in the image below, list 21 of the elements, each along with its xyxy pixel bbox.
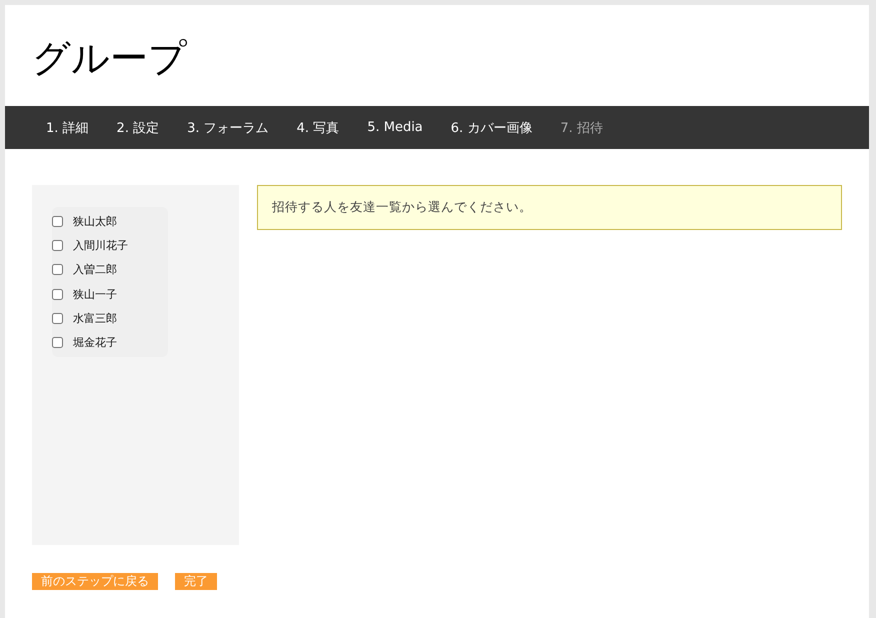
- friend-checkbox[interactable]: [52, 312, 63, 324]
- step-tab[interactable]: 4. 写真: [282, 118, 354, 136]
- info-message: 招待する人を友達一覧から選んでください。: [257, 185, 842, 230]
- step-tab[interactable]: 1. 詳細: [32, 118, 103, 136]
- friend-name: 入間川花子: [73, 238, 128, 253]
- friend-name: 狭山太郎: [73, 214, 117, 229]
- step-tab[interactable]: 5. Media: [353, 120, 437, 135]
- page-title: グループ: [31, 35, 188, 82]
- step-tab[interactable]: 3. フォーラム: [173, 118, 283, 136]
- friend-checkbox[interactable]: [52, 288, 63, 300]
- friend-checkbox[interactable]: [52, 264, 63, 276]
- friend-checkbox[interactable]: [52, 240, 63, 251]
- friend-checkbox[interactable]: [52, 337, 63, 348]
- friend-name: 狭山一子: [73, 286, 117, 302]
- step-tab[interactable]: 2. 設定: [102, 118, 174, 136]
- friend-name: 入曽二郎: [73, 262, 117, 278]
- step-tab[interactable]: 6. カバー画像: [436, 118, 546, 136]
- step-tab[interactable]: 7. 招待: [546, 118, 617, 136]
- friend-checkbox[interactable]: [52, 216, 63, 227]
- friend-name: 水富三郎: [73, 310, 117, 326]
- friend-name: 堀金花子: [73, 335, 117, 350]
